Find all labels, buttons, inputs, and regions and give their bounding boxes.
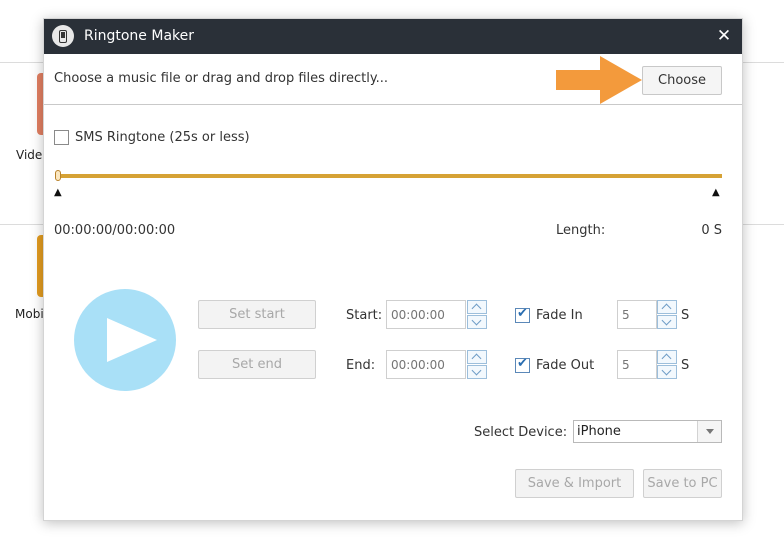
choose-button[interactable]: Choose bbox=[642, 66, 722, 95]
ringtone-phone-icon bbox=[52, 25, 74, 47]
end-marker-icon[interactable]: ▲ bbox=[712, 187, 720, 198]
start-time-input[interactable] bbox=[386, 300, 466, 329]
fade-out-checkbox[interactable] bbox=[515, 356, 530, 373]
dialog-titlebar: Ringtone Maker ✕ bbox=[44, 19, 742, 54]
end-time-stepper[interactable] bbox=[467, 350, 487, 379]
end-time-input[interactable] bbox=[386, 350, 466, 379]
choose-file-row: Choose a music file or drag and drop fil… bbox=[44, 54, 742, 105]
fade-out-seconds-input[interactable] bbox=[617, 350, 657, 379]
fade-in-down-icon[interactable] bbox=[657, 315, 677, 329]
fade-in-checkbox[interactable] bbox=[515, 306, 530, 323]
fade-out-stepper[interactable] bbox=[657, 350, 677, 379]
sms-ringtone-option[interactable]: SMS Ringtone (25s or less) bbox=[54, 130, 250, 145]
save-import-button[interactable]: Save & Import bbox=[515, 469, 634, 498]
device-select[interactable]: iPhone bbox=[573, 420, 722, 443]
fade-in-seconds-input[interactable] bbox=[617, 300, 657, 329]
choose-file-prompt: Choose a music file or drag and drop fil… bbox=[54, 71, 389, 86]
fade-out-label: Fade Out bbox=[536, 358, 595, 373]
fade-in-stepper[interactable] bbox=[657, 300, 677, 329]
fade-in-unit: S bbox=[681, 308, 690, 323]
chevron-down-icon[interactable] bbox=[697, 421, 721, 442]
end-time-down-icon[interactable] bbox=[467, 365, 487, 379]
fade-in-up-icon[interactable] bbox=[657, 300, 677, 314]
length-label: Length: bbox=[556, 223, 606, 238]
background-divider-mid-right bbox=[743, 224, 784, 225]
sms-ringtone-checkbox[interactable] bbox=[54, 130, 69, 145]
start-time-stepper[interactable] bbox=[467, 300, 487, 329]
trim-timeline-track[interactable] bbox=[57, 174, 722, 178]
play-icon bbox=[107, 318, 157, 362]
fade-out-up-icon[interactable] bbox=[657, 350, 677, 364]
ringtone-maker-dialog: Ringtone Maker ✕ Choose a music file or … bbox=[43, 18, 743, 521]
arrow-right-icon bbox=[556, 56, 642, 104]
fade-out-option[interactable]: Fade Out bbox=[515, 356, 595, 373]
set-end-button[interactable]: Set end bbox=[198, 350, 316, 379]
set-start-button[interactable]: Set start bbox=[198, 300, 316, 329]
device-select-value: iPhone bbox=[577, 424, 621, 439]
background-divider-top-right bbox=[743, 62, 784, 63]
start-marker-icon[interactable]: ▲ bbox=[54, 187, 62, 198]
background-label-video: Vide bbox=[16, 148, 43, 162]
fade-out-down-icon[interactable] bbox=[657, 365, 677, 379]
end-time-up-icon[interactable] bbox=[467, 350, 487, 364]
background-label-mobile: Mobi bbox=[15, 307, 44, 321]
play-button[interactable] bbox=[74, 289, 176, 391]
end-label: End: bbox=[346, 358, 376, 373]
start-time-down-icon[interactable] bbox=[467, 315, 487, 329]
sms-ringtone-label: SMS Ringtone (25s or less) bbox=[75, 130, 250, 145]
background-divider-top bbox=[0, 62, 43, 63]
start-label: Start: bbox=[346, 308, 383, 323]
fade-out-unit: S bbox=[681, 358, 690, 373]
close-icon[interactable]: ✕ bbox=[716, 26, 732, 46]
playback-time-readout: 00:00:00/00:00:00 bbox=[54, 223, 176, 238]
fade-in-label: Fade In bbox=[536, 308, 583, 323]
background-divider-mid bbox=[0, 224, 43, 225]
start-time-up-icon[interactable] bbox=[467, 300, 487, 314]
fade-in-option[interactable]: Fade In bbox=[515, 306, 583, 323]
dialog-title: Ringtone Maker bbox=[84, 28, 195, 44]
select-device-label: Select Device: bbox=[474, 425, 568, 440]
timeline-playhead-handle[interactable] bbox=[55, 170, 61, 181]
length-value: 0 S bbox=[701, 223, 722, 238]
save-to-pc-button[interactable]: Save to PC bbox=[643, 469, 722, 498]
